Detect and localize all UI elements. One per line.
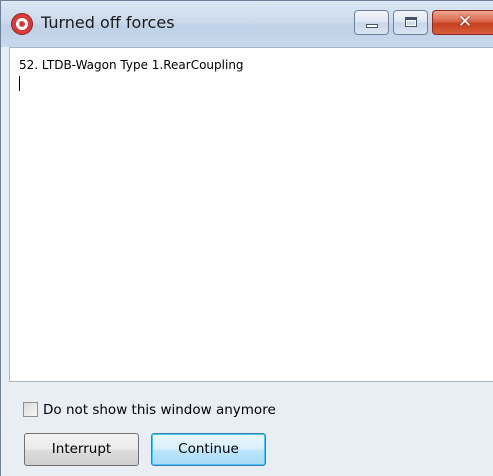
app-target-icon [11,13,33,35]
maximize-button[interactable] [393,10,428,35]
dont-show-label[interactable]: Do not show this window anymore [43,401,276,419]
minimize-icon [366,24,378,28]
window-title: Turned off forces [41,13,175,32]
text-caret [19,76,20,91]
title-bar[interactable]: Turned off forces ✕ [1,1,493,47]
minimize-button[interactable] [354,10,389,35]
message-line: 52. LTDB-Wagon Type 1.RearCoupling [19,58,244,72]
continue-button[interactable]: Continue [151,433,266,466]
dont-show-checkbox[interactable] [23,402,38,417]
message-text-area[interactable]: 52. LTDB-Wagon Type 1.RearCoupling [9,47,493,382]
dialog-window: Turned off forces ✕ 52. LTDB-Wagon Type … [0,0,493,476]
close-icon: ✕ [457,12,473,32]
interrupt-button[interactable]: Interrupt [24,433,139,466]
maximize-icon [405,17,417,27]
close-button[interactable]: ✕ [432,10,493,35]
